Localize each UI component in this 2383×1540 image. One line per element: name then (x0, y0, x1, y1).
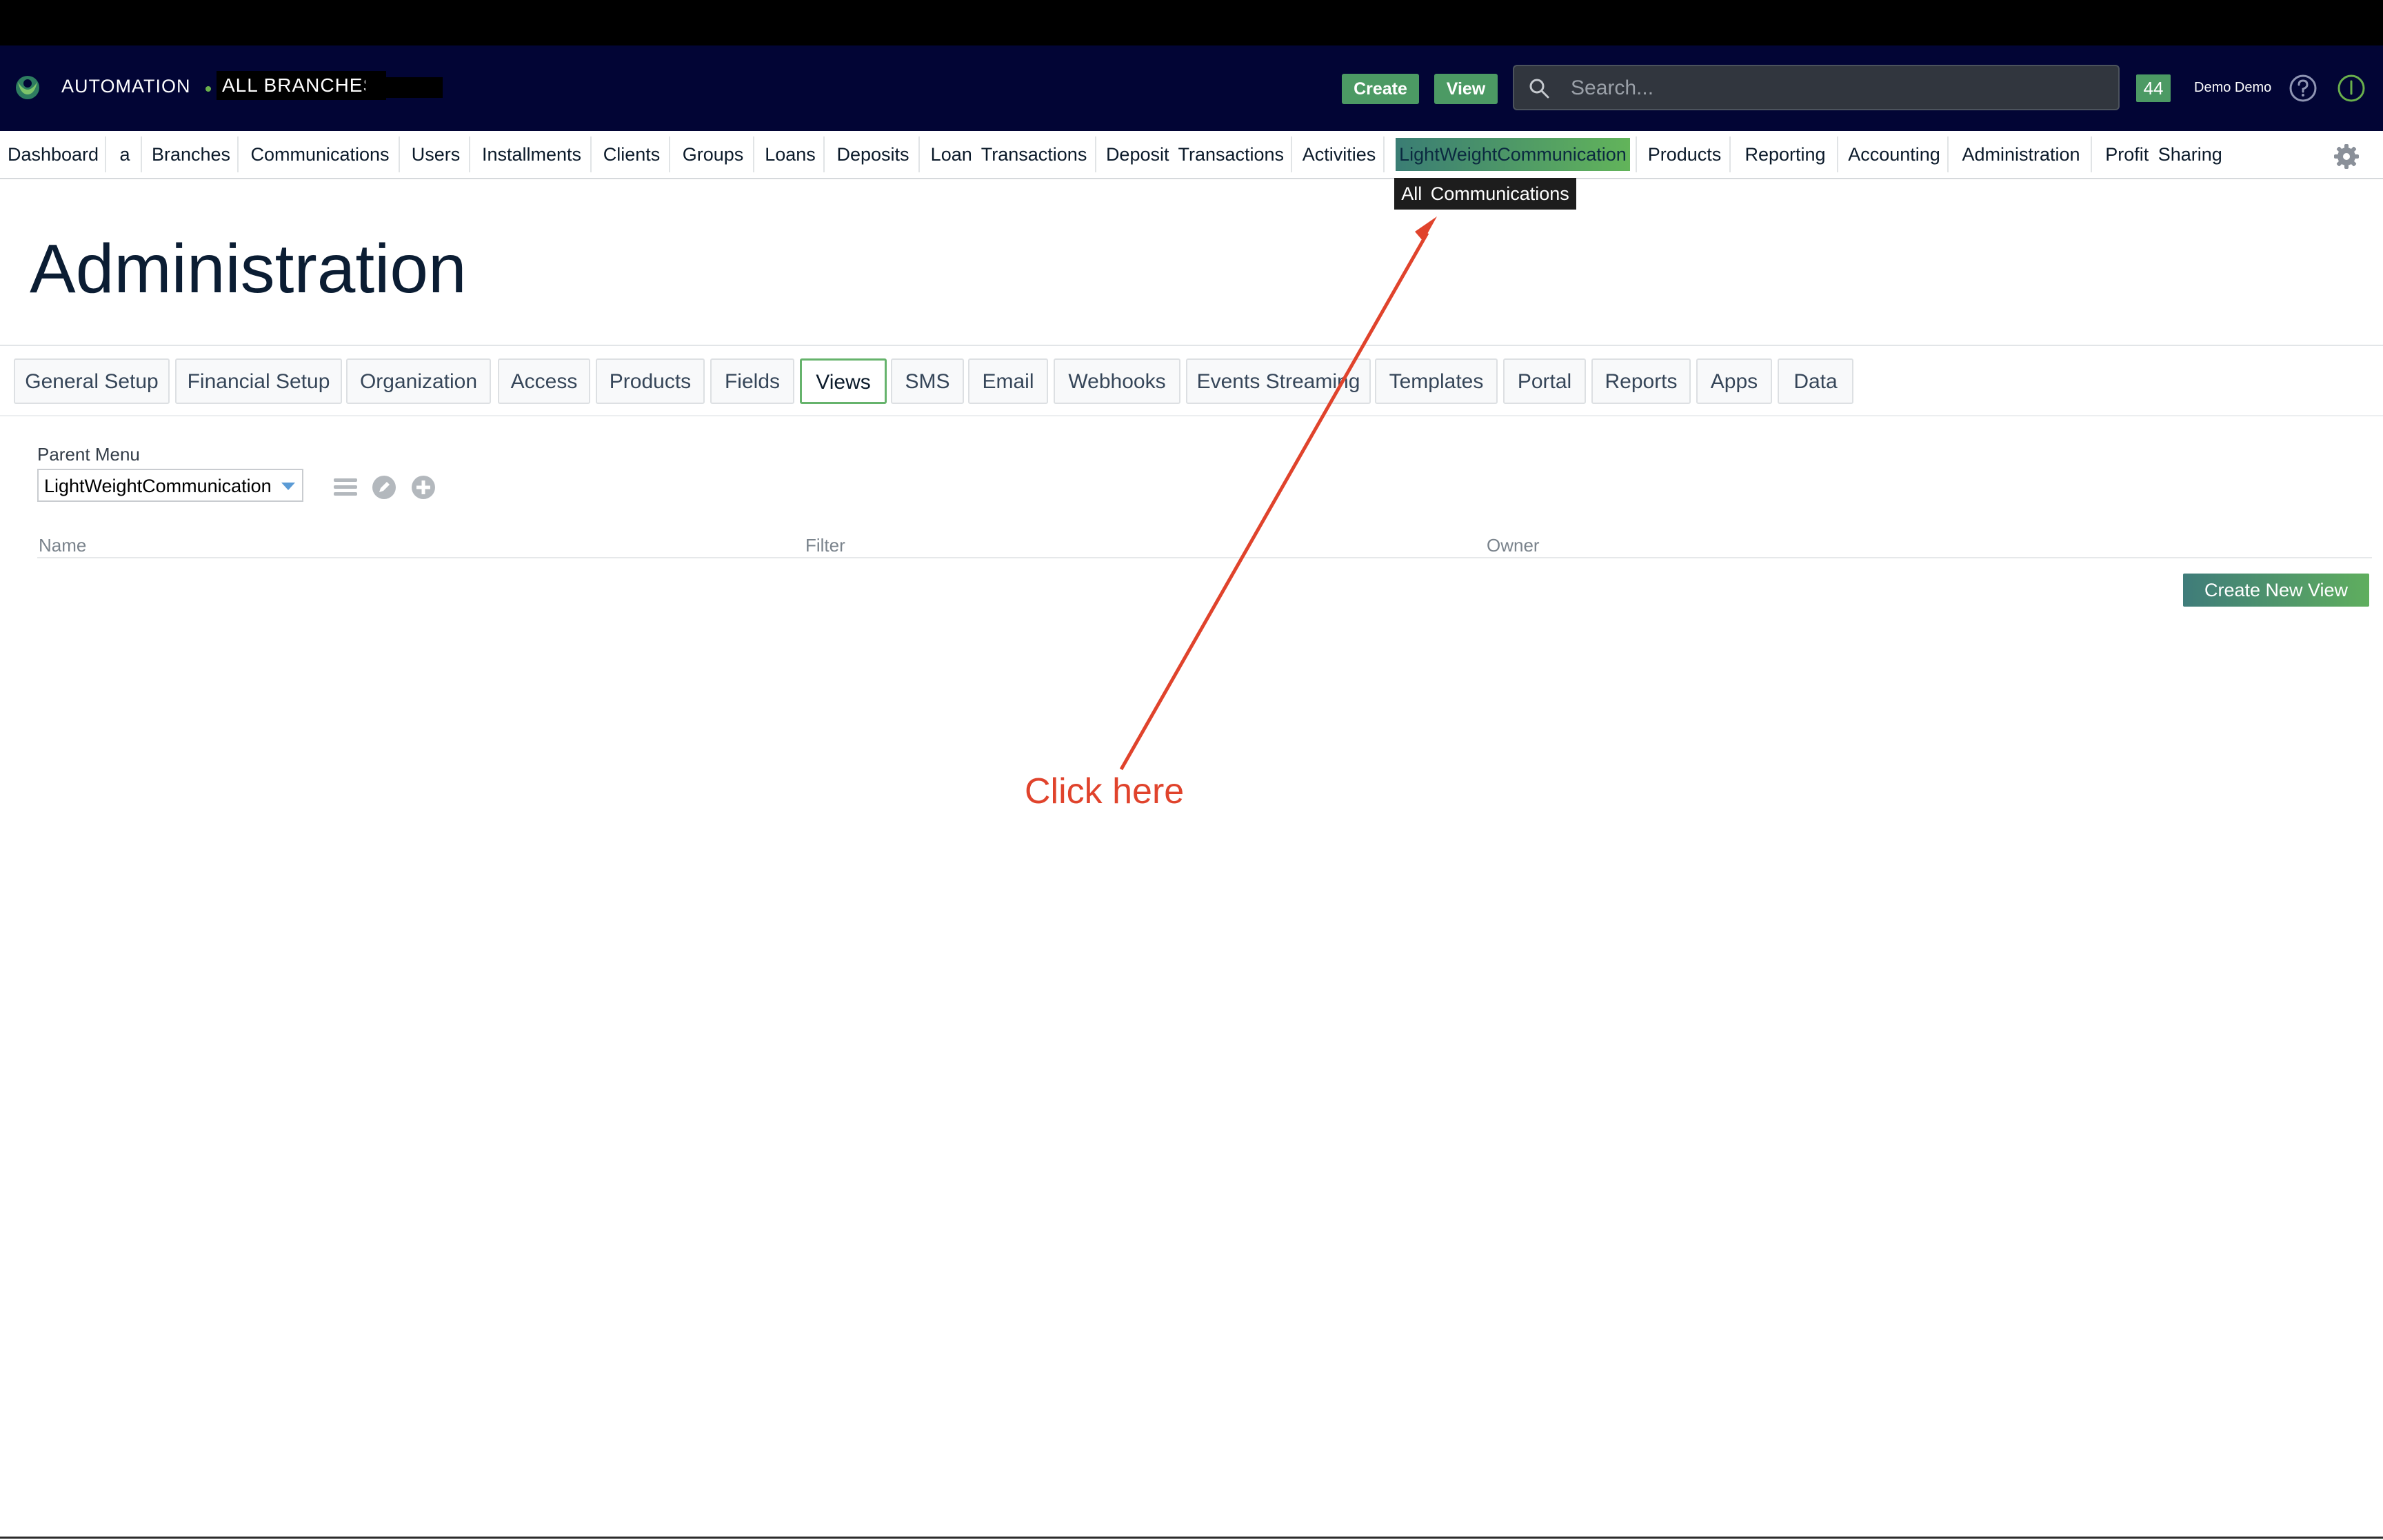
column-header-owner[interactable]: Owner (1487, 535, 1540, 556)
search-icon (1529, 79, 1549, 99)
nav-item-users[interactable]: Users (408, 138, 463, 171)
nav-item-products[interactable]: Products (1645, 138, 1724, 171)
help-icon[interactable] (2288, 73, 2318, 103)
nav-item-loan-transactions[interactable]: Loan Transactions (928, 138, 1089, 171)
nav-separator (823, 136, 825, 172)
chevron-down-icon (281, 483, 295, 490)
search-box[interactable] (1513, 65, 2120, 110)
tab-events-streaming[interactable]: Events Streaming (1186, 358, 1371, 404)
tab-fields[interactable]: Fields (710, 358, 794, 404)
nav-item-profit-sharing[interactable]: Profit Sharing (2100, 138, 2227, 171)
user-name[interactable]: Demo Demo (2194, 80, 2271, 96)
nav-separator (1383, 136, 1385, 172)
column-header-filter[interactable]: Filter (805, 535, 845, 556)
edit-icon[interactable] (371, 474, 397, 500)
bottom-edge-line (0, 1537, 2383, 1539)
power-icon[interactable] (2336, 73, 2366, 103)
dropdown-item-all-communications[interactable]: All Communications (1394, 178, 1576, 210)
branch-selector[interactable]: ALL BRANCHES (217, 71, 387, 100)
column-header-name[interactable]: Name (39, 535, 86, 556)
branch-selector-extension (365, 77, 443, 98)
create-button[interactable]: Create (1342, 74, 1419, 104)
parent-menu-label: Parent Menu (37, 444, 140, 465)
tab-data[interactable]: Data (1778, 358, 1853, 404)
nav-item-deposit-transactions[interactable]: Deposit Transactions (1105, 138, 1285, 171)
nav-separator (669, 136, 670, 172)
tab-templates[interactable]: Templates (1375, 358, 1498, 404)
gear-icon[interactable] (2333, 143, 2360, 170)
nav-item-clients[interactable]: Clients (600, 138, 663, 171)
nav-item-deposits[interactable]: Deposits (833, 138, 913, 171)
nav-separator (1291, 136, 1292, 172)
nav-separator (1636, 136, 1637, 172)
view-button[interactable]: View (1434, 74, 1498, 104)
app-logo-icon[interactable] (14, 74, 41, 101)
nav-item-loans[interactable]: Loans (763, 138, 818, 171)
tab-financial-setup[interactable]: Financial Setup (175, 358, 342, 404)
table-header-divider (37, 557, 2372, 558)
nav-item-branches[interactable]: Branches (150, 138, 232, 171)
nav-separator (105, 136, 106, 172)
nav-separator (1729, 136, 1731, 172)
create-new-view-button[interactable]: Create New View (2183, 574, 2369, 607)
nav-item-administration[interactable]: Administration (1957, 138, 2085, 171)
branch-dot-icon (205, 86, 211, 92)
tab-access[interactable]: Access (498, 358, 590, 404)
divider (0, 345, 2383, 346)
nav-separator (590, 136, 592, 172)
nav-item-reporting[interactable]: Reporting (1739, 138, 1831, 171)
nav-item-accounting[interactable]: Accounting (1847, 138, 1942, 171)
tab-email[interactable]: Email (968, 358, 1048, 404)
nav-item-installments[interactable]: Installments (479, 138, 585, 171)
window-top-bar (0, 0, 2383, 45)
search-input[interactable] (1569, 72, 2096, 105)
tab-products[interactable]: Products (596, 358, 705, 404)
nav-item-a[interactable]: a (114, 138, 135, 171)
notification-badge[interactable]: 44 (2136, 74, 2171, 102)
list-icon[interactable] (332, 474, 359, 500)
tab-reports[interactable]: Reports (1591, 358, 1691, 404)
tab-sms[interactable]: SMS (891, 358, 964, 404)
nav-separator (2091, 136, 2092, 172)
organization-name[interactable]: AUTOMATION (61, 76, 191, 97)
nav-item-groups[interactable]: Groups (678, 138, 747, 171)
nav-item-communications[interactable]: Communications (247, 138, 393, 171)
page-title: Administration (30, 230, 467, 307)
nav-separator (237, 136, 239, 172)
nav-separator (918, 136, 920, 172)
annotation-label: Click here (1025, 771, 1185, 811)
nav-separator (1095, 136, 1096, 172)
parent-menu-select[interactable]: LightWeightCommunication (37, 469, 303, 502)
tab-views[interactable]: Views (800, 358, 887, 404)
main-nav: Dashboard a Branches Communications User… (0, 131, 2383, 179)
tab-portal[interactable]: Portal (1503, 358, 1586, 404)
nav-separator (141, 136, 142, 172)
nav-item-lightweightcommunication[interactable]: LightWeightCommunication (1396, 138, 1630, 171)
nav-separator (469, 136, 470, 172)
tab-apps[interactable]: Apps (1696, 358, 1772, 404)
divider (0, 415, 2383, 416)
add-icon[interactable] (410, 474, 436, 500)
nav-separator (399, 136, 400, 172)
tab-webhooks[interactable]: Webhooks (1054, 358, 1180, 404)
nav-separator (1837, 136, 1838, 172)
parent-menu-value: LightWeightCommunication (44, 476, 272, 496)
nav-item-dashboard[interactable]: Dashboard (7, 138, 99, 171)
nav-item-activities[interactable]: Activities (1300, 138, 1378, 171)
nav-separator (753, 136, 754, 172)
tab-organization[interactable]: Organization (346, 358, 491, 404)
nav-separator (1947, 136, 1949, 172)
tab-general-setup[interactable]: General Setup (14, 358, 170, 404)
